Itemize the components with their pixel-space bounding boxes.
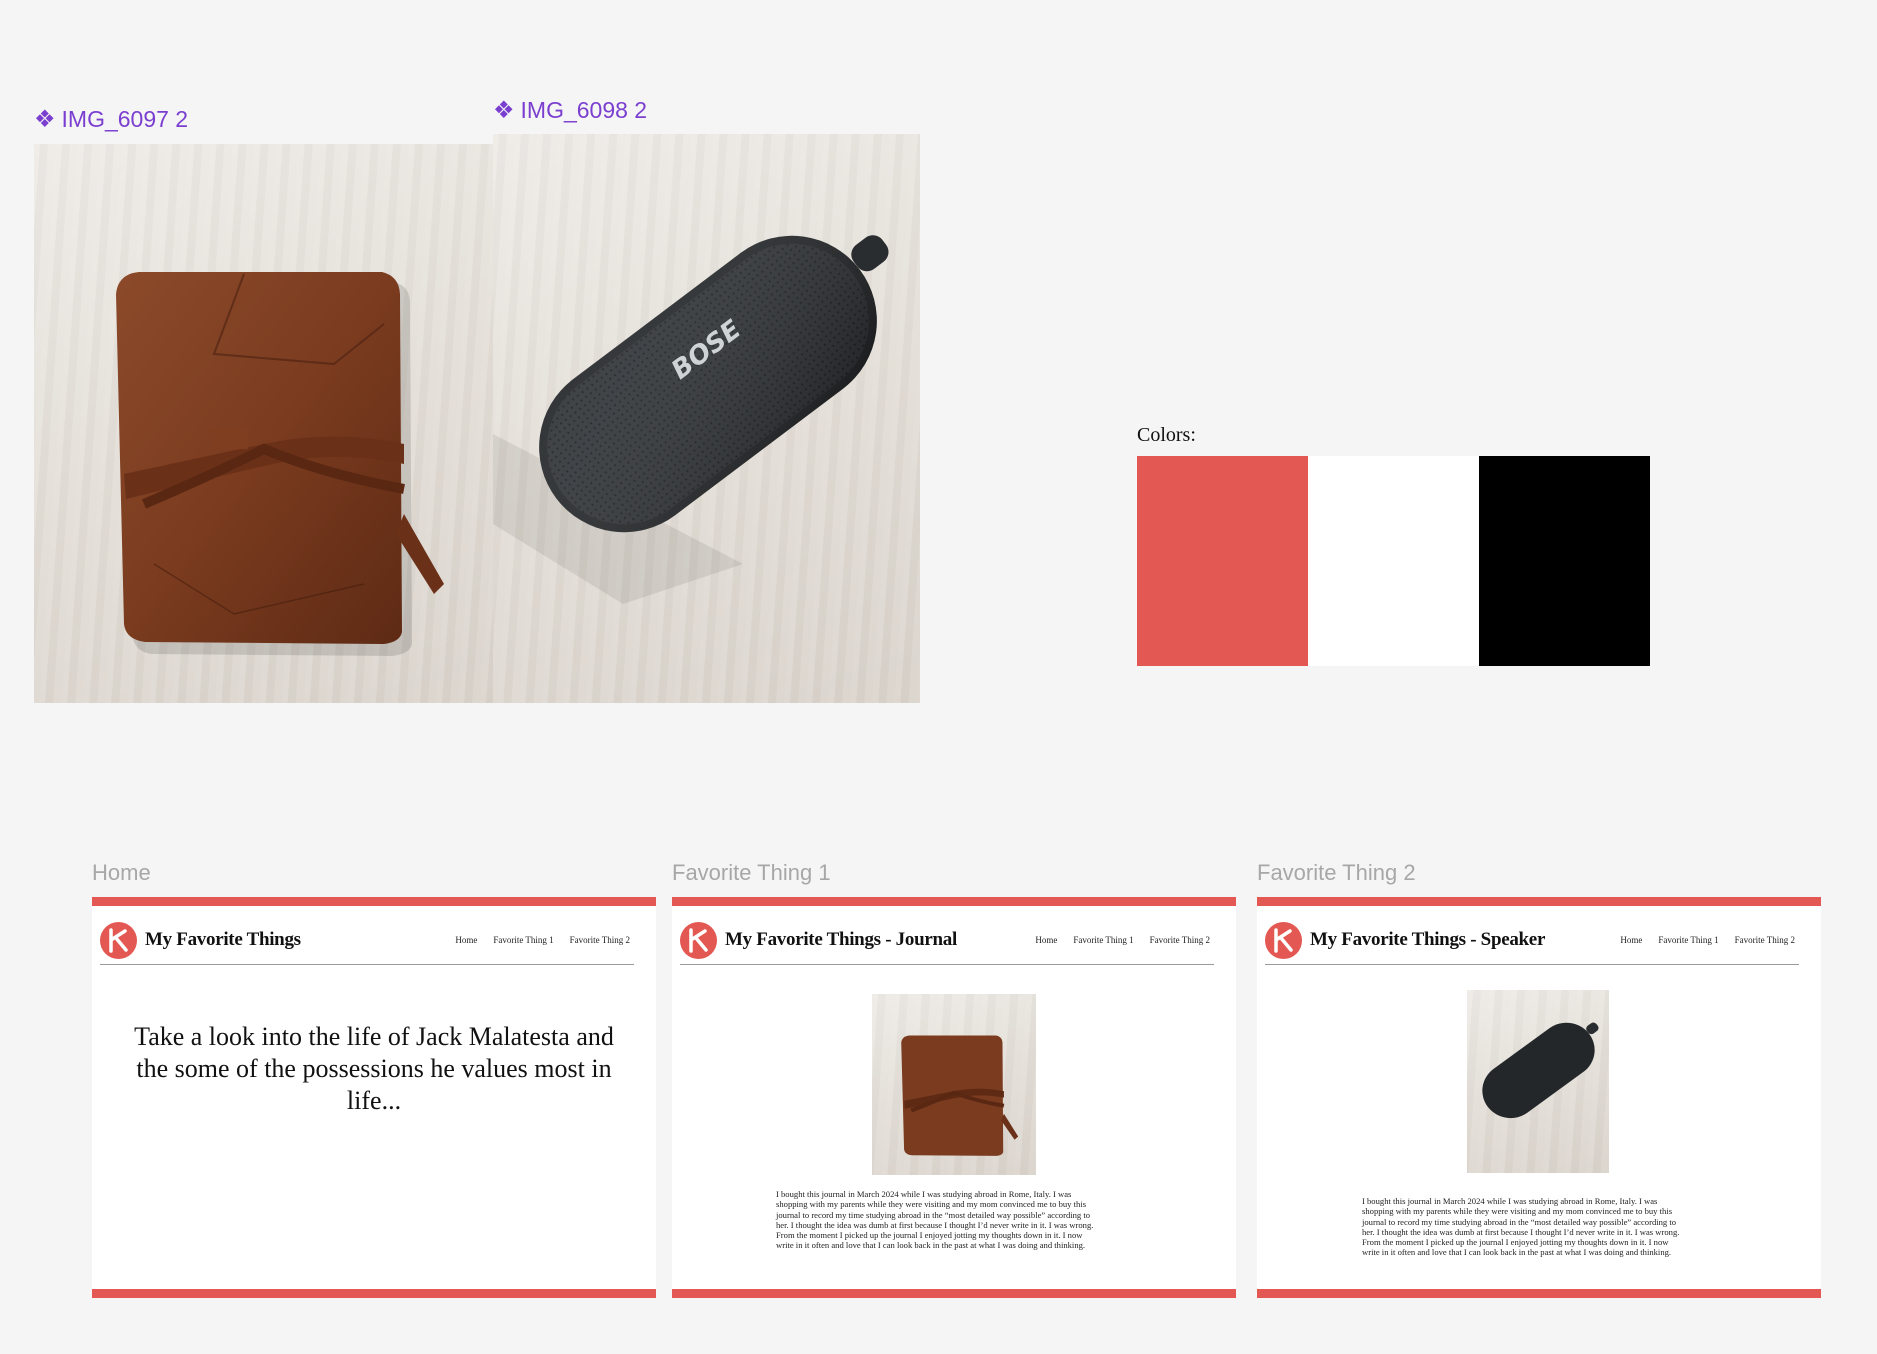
nav-favorite-thing-1[interactable]: Favorite Thing 1 [1658,935,1718,945]
journal-image [116,272,444,656]
nav-favorite-thing-2[interactable]: Favorite Thing 2 [1735,935,1795,945]
journal-thumbnail [872,994,1036,1175]
asset-label-journal[interactable]: ❖ IMG_6097 2 [34,106,188,133]
body-line: journal to record my time studying abroa… [1362,1216,1677,1227]
body-paragraph: I bought this journal in March 2024 whil… [1362,1196,1722,1258]
body-line: shopping with my parents while they were… [1362,1206,1673,1217]
body-line: write in it often and love that I can lo… [1362,1247,1672,1258]
nav-home[interactable]: Home [455,935,477,945]
frame-label-home[interactable]: Home [92,860,151,886]
colors-label: Colors: [1137,424,1196,446]
site-header: My Favorite Things Home Favorite Thing 1… [100,916,634,965]
site-header: My Favorite Things - Speaker Home Favori… [1265,916,1799,965]
component-diamond-icon: ❖ [493,96,515,124]
nav-bar: Home Favorite Thing 1 Favorite Thing 2 [1620,935,1799,945]
asset-label-text: IMG_6098 2 [520,97,648,123]
body-line: write in it often and love that I can lo… [776,1240,1086,1251]
body-line: I bought this journal in March 2024 whil… [1362,1196,1658,1206]
body-line: her. I thought the idea was dumb at firs… [776,1219,1094,1230]
asset-label-text: IMG_6097 2 [61,106,189,132]
body-line: her. I thought the idea was dumb at firs… [1362,1226,1680,1237]
nav-favorite-thing-2[interactable]: Favorite Thing 2 [570,935,630,945]
nav-home[interactable]: Home [1620,935,1642,945]
logo-icon [680,921,717,959]
body-line: I bought this journal in March 2024 whil… [776,1189,1072,1199]
nav-bar: Home Favorite Thing 1 Favorite Thing 2 [1035,935,1214,945]
nav-favorite-thing-2[interactable]: Favorite Thing 2 [1150,935,1210,945]
nav-favorite-thing-1[interactable]: Favorite Thing 1 [493,935,553,945]
nav-bar: Home Favorite Thing 1 Favorite Thing 2 [455,935,634,945]
body-line: From the moment I picked up the journal … [1362,1237,1669,1248]
nav-home[interactable]: Home [1035,935,1057,945]
body-line: shopping with my parents while they were… [776,1199,1087,1210]
body-line: From the moment I picked up the journal … [776,1230,1083,1241]
swatch-black[interactable] [1479,456,1650,666]
hero-text: Take a look into the life of Jack Malate… [134,1022,614,1115]
frame-home[interactable]: My Favorite Things Home Favorite Thing 1… [92,897,656,1298]
site-title: My Favorite Things - Speaker [1310,929,1546,950]
site-title: My Favorite Things - Journal [725,929,957,950]
logo-icon [100,921,137,959]
frame-favorite-thing-1[interactable]: My Favorite Things - Journal Home Favori… [672,897,1236,1298]
swatch-white[interactable] [1308,456,1479,666]
swatch-red[interactable] [1137,456,1308,666]
speaker-image: BOSE [493,235,889,604]
speaker-photo[interactable]: BOSE [493,134,920,703]
speaker-thumbnail [1467,990,1609,1173]
nav-favorite-thing-1[interactable]: Favorite Thing 1 [1073,935,1133,945]
asset-label-speaker[interactable]: ❖ IMG_6098 2 [493,97,647,124]
site-header: My Favorite Things - Journal Home Favori… [680,916,1214,965]
journal-photo[interactable] [34,144,494,703]
frame-label-favorite-1[interactable]: Favorite Thing 1 [672,860,831,886]
component-diamond-icon: ❖ [34,105,56,133]
logo-icon [1265,921,1302,959]
body-line: journal to record my time studying abroa… [776,1209,1091,1220]
site-title: My Favorite Things [145,929,301,950]
frame-favorite-thing-2[interactable]: My Favorite Things - Speaker Home Favori… [1257,897,1821,1298]
frame-label-favorite-2[interactable]: Favorite Thing 2 [1257,860,1416,886]
body-paragraph: I bought this journal in March 2024 whil… [776,1189,1136,1251]
